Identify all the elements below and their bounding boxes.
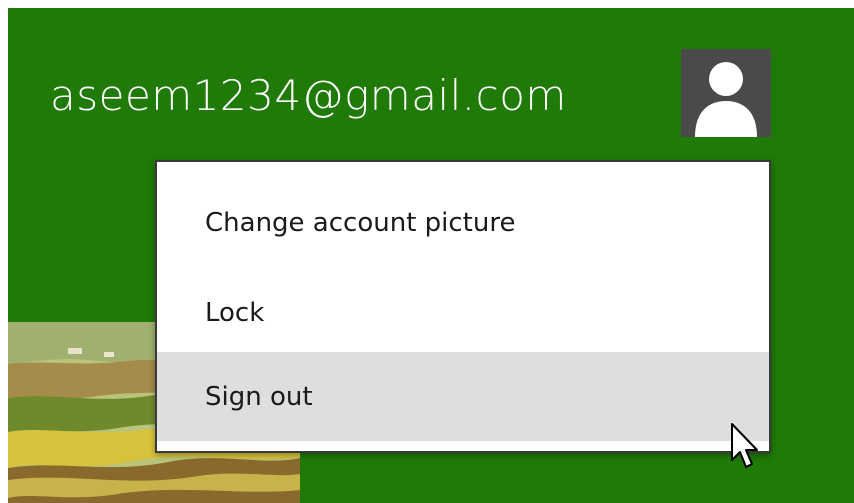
menu-item-lock[interactable]: Lock [157,268,769,358]
menu-item-sign-out[interactable]: Sign out [157,352,769,441]
account-avatar[interactable] [681,49,771,137]
account-menu: Change account picture Lock Sign out [155,160,771,453]
start-screen-background: aseem1234@gmail.com Change account pictu… [8,8,854,503]
account-username[interactable]: aseem1234@gmail.com [50,64,567,128]
user-silhouette-icon [695,62,757,137]
menu-item-change-account-picture[interactable]: Change account picture [157,178,769,268]
